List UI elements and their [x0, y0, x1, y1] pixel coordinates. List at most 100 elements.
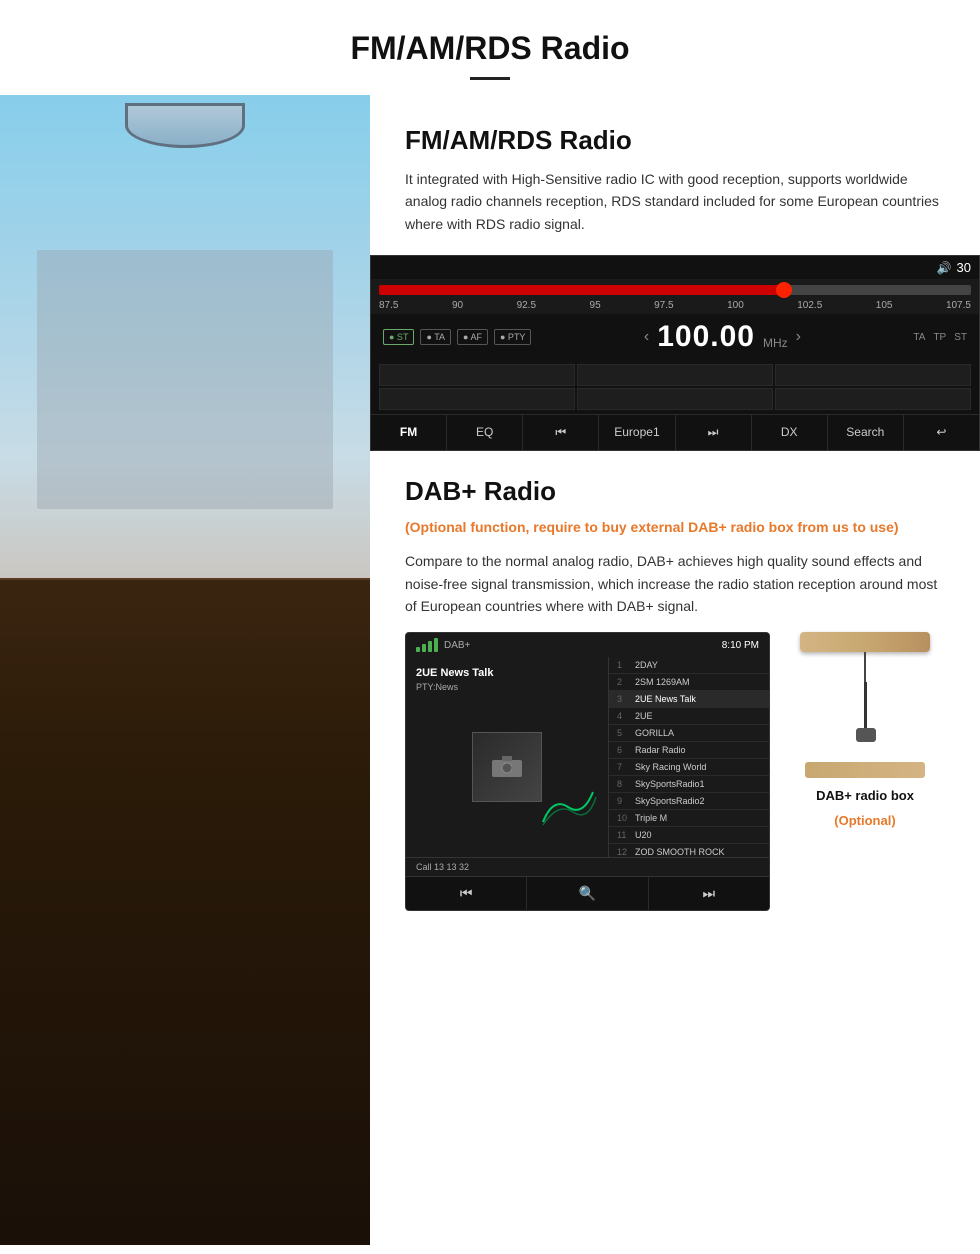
- dab-signal-bars: [416, 638, 438, 652]
- station-item-6[interactable]: 6Radar Radio: [609, 742, 769, 759]
- seek-bar[interactable]: [379, 285, 971, 295]
- preset-3[interactable]: [775, 364, 971, 386]
- freq-95: 95: [590, 300, 601, 311]
- station-item-2[interactable]: 22SM 1269AM: [609, 674, 769, 691]
- freq-92-5: 92.5: [517, 300, 536, 311]
- dab-optional-text: (Optional function, require to buy exter…: [405, 517, 945, 538]
- st-button[interactable]: ● ST: [383, 329, 414, 345]
- dab-box-area: DAB+ radio box (Optional): [785, 632, 945, 828]
- dashboard-area: [0, 578, 370, 1245]
- freq-107-5: 107.5: [946, 300, 971, 311]
- dab-time: 8:10 PM: [722, 640, 759, 651]
- dab-station-list: 12DAY 22SM 1269AM 32UE News Talk 42UE 5G…: [609, 657, 769, 857]
- station-item-12[interactable]: 12ZOD SMOOTH ROCK: [609, 844, 769, 857]
- dab-thumbnail: [472, 732, 542, 802]
- volume-number: 30: [957, 260, 971, 275]
- frequency-value: 100.00: [657, 320, 755, 354]
- dab-prev-button[interactable]: ⏮: [406, 877, 527, 910]
- dab-left-panel: 2UE News Talk PTY:News: [406, 657, 609, 857]
- dab-waves: [538, 787, 598, 827]
- seek-bar-area: [371, 279, 979, 297]
- prev-button[interactable]: ⏮: [523, 415, 599, 450]
- dab-screenshot: DAB+ 8:10 PM 2UE News Talk PTY:News: [405, 632, 770, 911]
- frequency-unit: MHz: [763, 336, 788, 350]
- presets-grid: [371, 360, 979, 414]
- station-item-7[interactable]: 7Sky Racing World: [609, 759, 769, 776]
- freq-105: 105: [876, 300, 893, 311]
- dab-label: DAB+: [444, 640, 470, 651]
- ta-right-button[interactable]: TA: [913, 332, 925, 343]
- frequency-scale: 87.5 90 92.5 95 97.5 100 102.5 105 107.5: [371, 297, 979, 314]
- freq-prev-arrow[interactable]: ‹: [644, 328, 649, 346]
- freq-97-5: 97.5: [654, 300, 673, 311]
- fm-section: FM/AM/RDS Radio It integrated with High-…: [370, 95, 980, 255]
- dab-header: DAB+ 8:10 PM: [406, 633, 769, 657]
- dab-section-title: DAB+ Radio: [405, 476, 945, 507]
- dx-button[interactable]: DX: [752, 415, 828, 450]
- station-item-9[interactable]: 9SkySportsRadio2: [609, 793, 769, 810]
- preset-2[interactable]: [577, 364, 773, 386]
- dab-box-optional: (Optional): [834, 813, 895, 828]
- volume-icon: 🔊: [937, 261, 952, 275]
- seek-handle[interactable]: [776, 282, 792, 298]
- preset-6[interactable]: [775, 388, 971, 410]
- page-header: FM/AM/RDS Radio: [0, 0, 980, 95]
- europe1-button[interactable]: Europe1: [599, 415, 675, 450]
- page-title: FM/AM/RDS Radio: [20, 30, 960, 67]
- preset-4[interactable]: [379, 388, 575, 410]
- fm-section-description: It integrated with High-Sensitive radio …: [405, 168, 945, 235]
- eq-button[interactable]: EQ: [447, 415, 523, 450]
- header-divider: [470, 77, 510, 80]
- tp-button[interactable]: TP: [933, 332, 946, 343]
- fm-section-title: FM/AM/RDS Radio: [405, 125, 945, 156]
- dab-call-text: Call 13 13 32: [416, 862, 469, 872]
- station-item-8[interactable]: 8SkySportsRadio1: [609, 776, 769, 793]
- radio-right-buttons: TA TP ST: [913, 332, 967, 343]
- freq-next-arrow[interactable]: ›: [796, 328, 801, 346]
- preset-1[interactable]: [379, 364, 575, 386]
- station-item-10[interactable]: 10Triple M: [609, 810, 769, 827]
- freq-102-5: 102.5: [797, 300, 822, 311]
- radio-controls: ● ST ● TA ● AF ● PTY ‹ 100.00 MHz › TA T…: [371, 314, 979, 360]
- station-item-4[interactable]: 42UE: [609, 708, 769, 725]
- sig-bar-1: [416, 647, 420, 652]
- back-button[interactable]: ↩: [904, 415, 979, 450]
- radio-toolbar: FM EQ ⏮ Europe1 ⏭ DX Search ↩: [371, 414, 979, 450]
- sig-bar-3: [428, 641, 432, 652]
- right-content: FM/AM/RDS Radio It integrated with High-…: [370, 95, 980, 1245]
- sig-bar-2: [422, 644, 426, 652]
- sig-bar-4: [434, 638, 438, 652]
- dab-antenna: [805, 762, 925, 778]
- station-item-3[interactable]: 32UE News Talk: [609, 691, 769, 708]
- pty-button[interactable]: ● PTY: [494, 329, 531, 345]
- dab-section: DAB+ Radio (Optional function, require t…: [370, 451, 980, 931]
- af-button[interactable]: ● AF: [457, 329, 488, 345]
- next-button[interactable]: ⏭: [676, 415, 752, 450]
- camera-icon: [492, 755, 522, 779]
- dab-footer-controls: ⏮ 🔍 ⏭: [406, 876, 769, 910]
- search-button[interactable]: Search: [828, 415, 904, 450]
- dab-box-image: [795, 632, 935, 778]
- radio-ui-screenshot: 🔊 30 87.5 90 92.5 95 97.5 100 102.5 105 …: [370, 255, 980, 451]
- fm-button[interactable]: FM: [371, 415, 447, 450]
- dab-section-description: Compare to the normal analog radio, DAB+…: [405, 550, 945, 617]
- radio-header: 🔊 30: [371, 256, 979, 279]
- frequency-display: ‹ 100.00 MHz ›: [541, 320, 903, 354]
- preset-5[interactable]: [577, 388, 773, 410]
- ta-button[interactable]: ● TA: [420, 329, 451, 345]
- dab-station-name: 2UE News Talk: [416, 667, 493, 679]
- freq-90: 90: [452, 300, 463, 311]
- dab-pty: PTY:News: [416, 682, 458, 692]
- rearview-mirror: [125, 103, 245, 148]
- station-item-1[interactable]: 12DAY: [609, 657, 769, 674]
- st-right-button[interactable]: ST: [954, 332, 967, 343]
- station-item-11[interactable]: 11U20: [609, 827, 769, 844]
- dab-content: 2UE News Talk PTY:News: [406, 657, 769, 857]
- dab-box-label: DAB+ radio box: [816, 788, 914, 803]
- dab-call-bar: Call 13 13 32: [406, 857, 769, 876]
- dab-next-button[interactable]: ⏭: [649, 877, 769, 910]
- station-item-5[interactable]: 5GORILLA: [609, 725, 769, 742]
- car-image-area: [0, 95, 370, 1245]
- dab-search-button[interactable]: 🔍: [527, 877, 648, 910]
- dab-bottom-row: DAB+ 8:10 PM 2UE News Talk PTY:News: [405, 617, 945, 911]
